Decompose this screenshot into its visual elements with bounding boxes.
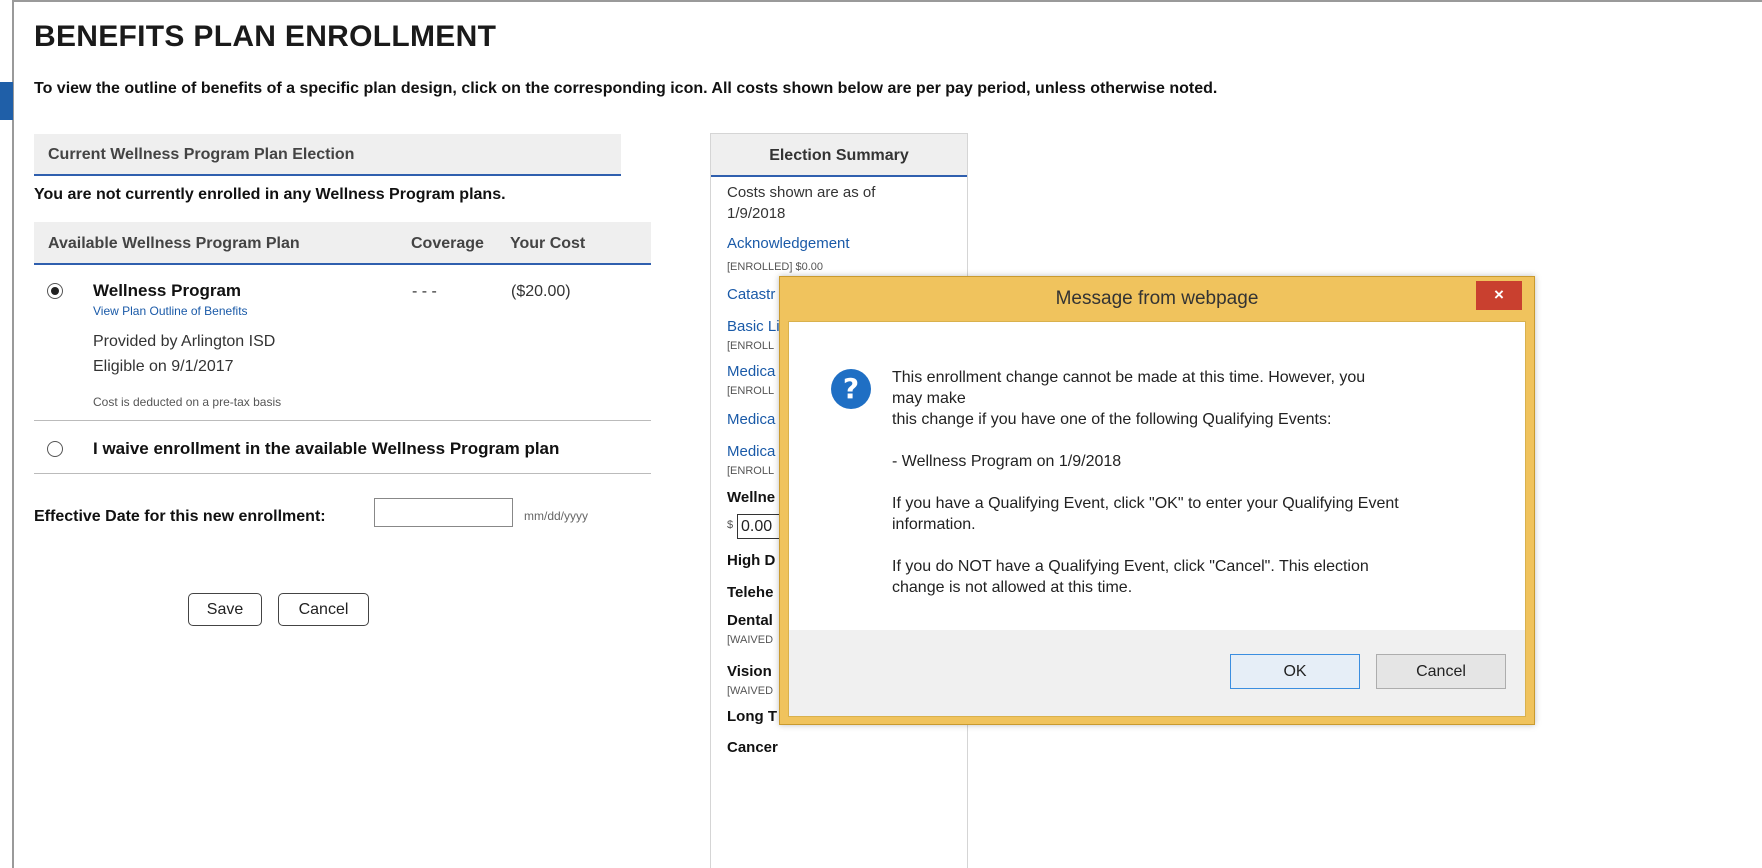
message-dialog: Message from webpage × ? This enrollment… <box>779 276 1535 725</box>
effective-date-input[interactable] <box>374 498 513 527</box>
summary-item-acknowledgement[interactable]: Acknowledgement <box>727 235 850 252</box>
current-election-header: Current Wellness Program Plan Election <box>34 134 621 176</box>
side-tab-marker <box>0 82 13 120</box>
column-coverage: Coverage <box>411 235 484 252</box>
summary-item-long-term: Long T <box>727 708 777 725</box>
summary-item-catastrophic[interactable]: Catastr <box>727 286 775 303</box>
summary-item-status: [ENROLL <box>727 465 775 477</box>
dialog-cancel-button[interactable]: Cancel <box>1376 654 1506 689</box>
summary-item-status: [WAIVED <box>727 634 774 646</box>
page-title: BENEFITS PLAN ENROLLMENT <box>34 20 497 53</box>
summary-item-status: [ENROLL <box>727 385 775 397</box>
summary-item-vision: Vision <box>727 663 772 680</box>
divider <box>34 420 651 421</box>
column-cost: Your Cost <box>510 235 586 252</box>
plan-provider: Provided by Arlington ISD <box>93 333 276 350</box>
effective-date-label: Effective Date for this new enrollment: <box>34 508 326 525</box>
election-summary-header: Election Summary <box>711 134 967 177</box>
dialog-footer: OK Cancel <box>789 630 1525 716</box>
plan-tax-note: Cost is deducted on a pre-tax basis <box>93 395 282 409</box>
plan-cost: ($20.00) <box>511 283 571 300</box>
cancel-button[interactable]: Cancel <box>278 593 369 626</box>
summary-item-status: [WAIVED <box>727 685 774 697</box>
dialog-body: ? This enrollment change cannot be made … <box>788 321 1526 717</box>
divider <box>34 473 651 474</box>
plan-eligibility: Eligible on 9/1/2017 <box>93 358 234 375</box>
ok-button[interactable]: OK <box>1230 654 1360 689</box>
dialog-title: Message from webpage <box>1055 288 1259 309</box>
close-icon[interactable]: × <box>1476 281 1522 310</box>
plan-table-header: Available Wellness Program Plan Coverage… <box>34 222 651 265</box>
summary-item-medical-1[interactable]: Medica <box>727 363 775 380</box>
waive-label: I waive enrollment in the available Well… <box>93 439 560 458</box>
summary-item-high-deductible: High D <box>727 552 776 569</box>
intro-text: To view the outline of benefits of a spe… <box>34 80 1218 97</box>
save-button[interactable]: Save <box>188 593 262 626</box>
question-icon: ? <box>831 369 871 409</box>
waive-radio[interactable] <box>47 441 63 457</box>
summary-item-medical-2[interactable]: Medica <box>727 411 775 428</box>
dialog-message: This enrollment change cannot be made at… <box>892 369 1399 596</box>
summary-item-status: [ENROLL <box>727 340 775 352</box>
summary-item-dental: Dental <box>727 612 773 629</box>
summary-item-wellness: Wellne <box>727 489 776 506</box>
summary-item-cancer: Cancer <box>727 739 778 756</box>
summary-item-telehealth: Telehe <box>727 584 774 601</box>
enrollment-status: You are not currently enrolled in any We… <box>34 186 506 203</box>
plan-coverage: - - - <box>412 283 437 300</box>
summary-item-status: [ENROLLED] $0.00 <box>727 261 823 273</box>
summary-as-of: Costs shown are as of 1/9/2018 <box>727 184 876 222</box>
date-format-hint: mm/dd/yyyy <box>524 509 589 523</box>
wellness-program-radio[interactable] <box>47 283 63 299</box>
column-plan: Available Wellness Program Plan <box>48 235 300 252</box>
summary-item-basic-life[interactable]: Basic Li <box>727 318 780 335</box>
wellness-dollar-sign: $ <box>727 519 734 531</box>
summary-item-medical-3[interactable]: Medica <box>727 443 775 460</box>
view-plan-outline-link[interactable]: View Plan Outline of Benefits <box>93 304 248 318</box>
plan-name: Wellness Program <box>93 281 242 300</box>
